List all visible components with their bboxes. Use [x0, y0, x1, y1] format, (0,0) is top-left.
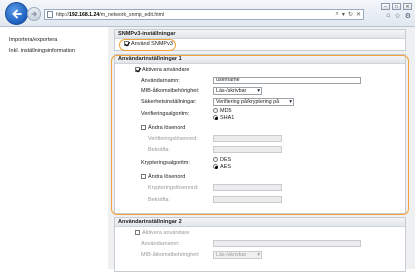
mib-access-2-label: MIB-åtkomstbehörighet:	[141, 252, 200, 258]
arrow-right-icon	[31, 11, 38, 17]
main-content: SNMPv3-inställningar Använd SNMPv3 Använ…	[108, 27, 415, 272]
user-settings-2-section: Användarinställningar 2 Aktivera använda…	[114, 217, 406, 272]
username-2-label: Användarnamn:	[141, 241, 180, 247]
page-icon	[47, 11, 53, 18]
back-button[interactable]	[5, 2, 28, 25]
sidebar-item-import-export[interactable]: Importera/exportera	[9, 37, 57, 43]
favorites-icon[interactable]: ☆	[394, 12, 400, 20]
sidebar-item-include-settings[interactable]: Inkl. inställningsinformation	[9, 48, 75, 54]
minimize-button[interactable]: –	[381, 3, 390, 10]
settings-icon[interactable]: ⚙	[405, 12, 411, 20]
highlight-user-settings-1	[111, 55, 409, 215]
chevron-down-icon[interactable]: ▾	[342, 11, 345, 18]
sidebar: Importera/exportera Inkl. inställningsin…	[0, 27, 108, 269]
search-icon[interactable]: ⌕	[336, 11, 339, 18]
activate-user-2-checkbox[interactable]	[135, 230, 140, 236]
username-2-field[interactable]	[213, 240, 361, 247]
close-icon[interactable]: ✕	[356, 11, 361, 18]
home-icon[interactable]: ⌂	[386, 12, 390, 20]
refresh-icon[interactable]: ↻	[348, 11, 353, 18]
maximize-button[interactable]: □	[392, 3, 401, 10]
mib-access-2-select[interactable]: Läs-/skrivbar	[213, 251, 262, 259]
activate-user-2-option[interactable]: Aktivera användare	[135, 230, 189, 236]
arrow-left-icon	[11, 9, 22, 18]
url-text: http://192.168.1.24/m_network_snmp_edit.…	[56, 11, 165, 18]
highlight-snmpv3	[119, 39, 176, 51]
section-heading: SNMPv3-inställningar	[115, 30, 405, 39]
close-window-button[interactable]: ✕	[403, 3, 412, 10]
section-heading: Användarinställningar 2	[115, 218, 405, 227]
forward-button[interactable]	[27, 7, 41, 21]
address-bar[interactable]: http://192.168.1.24/m_network_snmp_edit.…	[44, 9, 364, 20]
browser-toolbar: http://192.168.1.24/m_network_snmp_edit.…	[0, 0, 415, 27]
